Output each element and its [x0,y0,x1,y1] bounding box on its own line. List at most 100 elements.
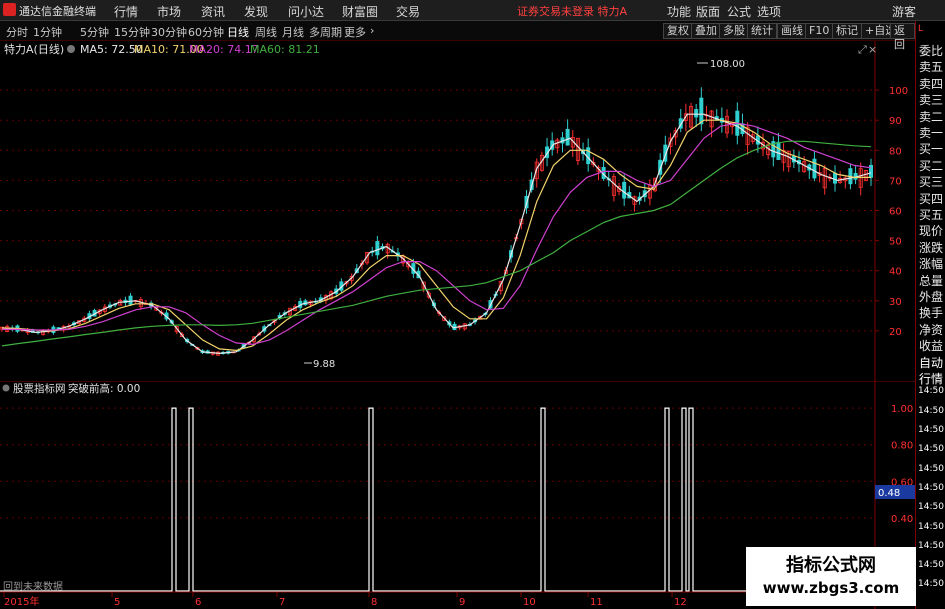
y-tick-label: 80 [889,146,902,157]
expand-icon[interactable]: ⤢ [858,43,867,56]
watermark-url: www.zbgs3.com [762,579,900,597]
guest-login[interactable]: 游客 [892,3,916,20]
candle-body [565,128,570,146]
y-tick-label: 30 [889,297,902,308]
indicator-value: 突破前高: 0.00 [68,382,140,395]
menu-item-wealth-circle[interactable]: 财富圈 [342,3,378,20]
multi-stock-button[interactable]: 多股 [719,23,749,39]
tab-30min[interactable]: 30分钟 [151,24,187,40]
candle-body [776,141,781,160]
tick-time: 14:50 [918,482,944,493]
sidebar-item: 涨跌 [919,240,944,255]
tick-time: 14:50 [918,521,944,532]
y-tick-label: 60 [889,206,902,217]
sidebar-item[interactable]: 自动 [919,354,943,371]
overlay-button[interactable]: 叠加 [691,23,721,39]
tab-15min[interactable]: 15分钟 [114,24,150,40]
ma-line-ma10 [1,119,871,352]
trade-status-alert: 证券交易未登录 特力A [517,5,628,18]
x-tick-label: 2015年 [4,595,39,608]
chevron-right-icon[interactable]: › [370,24,374,37]
menu-item-discover[interactable]: 发现 [244,3,268,20]
sidebar-item: 买三 [919,175,944,190]
draw-line-button[interactable]: 画线 [777,23,807,39]
sidebar-top-label: L [918,24,924,34]
sidebar-item: 卖四 [919,76,944,91]
ma-line-ma60 [1,140,872,347]
sidebar-item: 涨幅 [919,257,944,272]
tab-1min[interactable]: 1分钟 [33,24,62,40]
tick-time: 14:50 [918,560,944,571]
low-annotation: 9.88 [304,359,335,370]
menu-item-markets[interactable]: 市场 [157,3,181,20]
tab-5min[interactable]: 5分钟 [80,24,109,40]
tab-more[interactable]: 更多 [344,24,366,40]
high-price-label: 108.00 [710,59,745,70]
sidebar-item: 买四 [919,191,944,206]
tab-daily[interactable]: 日线 [227,24,249,40]
indicator-settings-icon[interactable] [2,384,10,392]
sidebar-item: 卖一 [919,126,944,140]
mark-button[interactable]: 标记 [832,23,862,39]
menu-item-trade[interactable]: 交易 [396,3,420,20]
tick-time: 14:50 [918,540,944,551]
menu-item-formula[interactable]: 公式 [727,3,751,20]
y-tick-label: 70 [889,176,902,187]
candle-body [375,241,380,256]
x-tick-label: 6 [195,597,201,608]
x-tick-label: 11 [590,597,603,608]
tick-time: 14:50 [918,502,944,513]
candle-body [812,158,817,179]
menu-item-xiaoda[interactable]: 问小达 [288,3,324,20]
menu-item-function[interactable]: 功能 [667,3,691,20]
y-tick-label: 90 [889,116,902,127]
tab-multi-period[interactable]: 多周期 [309,24,342,40]
stock-name-label: 特力A(日线) [4,42,64,56]
current-value: 0.48 [878,488,900,499]
sidebar-item: 现价 [919,224,944,239]
x-tick-label: 7 [279,597,285,608]
indicator-y-tick-label: 1.00 [891,404,913,415]
watermark: 指标公式网 www.zbgs3.com [746,547,916,606]
menu-item-layout[interactable]: 版面 [696,3,720,20]
tick-time: 14:50 [918,386,944,397]
menu-item-options[interactable]: 选项 [757,3,781,20]
stats-button[interactable]: 统计 [747,23,777,39]
sidebar-item: 卖二 [919,109,944,124]
price-chart[interactable]: 1009080706050403020 特力A(日线) MA5: 72.50 M… [0,41,915,381]
legend-ma60: MA60: 81.21 [250,43,320,56]
close-icon[interactable]: × [868,43,877,56]
indicator-name: 股票指标网 [13,382,66,395]
candle-body [833,172,838,184]
menu-bar: 通达信金融终端 行情 市场 资讯 发现 问小达 财富圈 交易 证券交易未登录 特… [0,0,945,21]
indicator-y-tick-label: 0.80 [891,441,913,452]
x-tick-label: 5 [114,597,120,608]
legend-ma20: MA20: 74.17 [189,43,259,56]
back-button[interactable]: 返回 [890,23,915,51]
tab-weekly[interactable]: 周线 [255,24,277,40]
tick-time: 14:50 [918,579,944,590]
tab-intraday[interactable]: 分时 [6,24,28,40]
high-annotation: 108.00 [697,59,745,70]
sidebar-item: 卖五 [919,60,944,75]
tick-time: 14:50 [918,444,944,455]
menu-item-news[interactable]: 资讯 [201,3,225,20]
y-tick-label: 40 [889,267,902,278]
f10-button[interactable]: F10 [805,23,834,39]
restore-rights-button[interactable]: 复权 [663,23,693,39]
settings-icon[interactable] [67,45,75,53]
sidebar-item[interactable]: 行情 [919,370,943,387]
sidebar-item: 外盘 [919,290,944,304]
breakout-signal-line [0,407,875,592]
menu-item-market[interactable]: 行情 [114,3,138,20]
x-tick-label: 8 [371,597,377,608]
tick-time: 14:50 [918,405,944,416]
app-title: 通达信金融终端 [19,5,96,18]
quote-sidebar: L 委比 卖五 卖四 卖三 卖二 卖一 买一 买二 买三 买四 买五 现价 涨跌 涨幅 总量 外盘 换手 净资 收益自… [915,21,945,609]
low-price-label: 9.88 [313,359,335,370]
app-logo-icon [3,3,16,16]
tab-60min[interactable]: 60分钟 [188,24,224,40]
tab-monthly[interactable]: 月线 [282,24,304,40]
y-tick-label: 50 [889,237,902,248]
sidebar-item: 卖三 [919,93,944,108]
